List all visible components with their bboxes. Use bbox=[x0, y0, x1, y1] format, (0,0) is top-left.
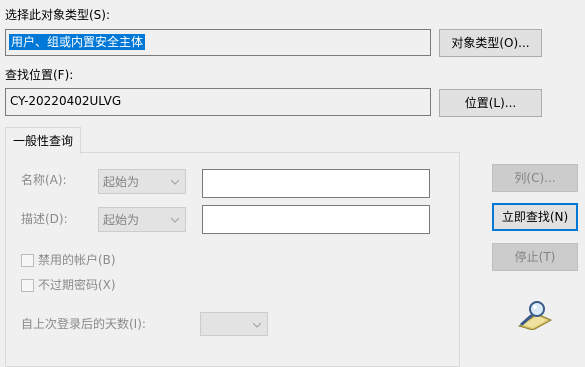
location-field: CY-20220402ULVG bbox=[5, 88, 431, 116]
find-now-button[interactable]: 立即查找(N) bbox=[492, 203, 578, 231]
object-type-value: 用户、组或内置安全主体 bbox=[9, 34, 146, 50]
chevron-down-icon bbox=[171, 179, 179, 185]
name-mode-select[interactable]: 起始为 bbox=[98, 169, 186, 194]
non-expiring-password-checkbox[interactable] bbox=[21, 279, 34, 292]
magnifier-search-icon bbox=[517, 301, 553, 330]
days-since-logon-select[interactable] bbox=[200, 312, 268, 336]
description-mode-value: 起始为 bbox=[103, 213, 140, 227]
object-type-field: 用户、组或内置安全主体 bbox=[5, 29, 431, 56]
location-label: 查找位置(F): bbox=[5, 68, 74, 82]
name-label: 名称(A): bbox=[21, 173, 67, 187]
non-expiring-password-label: 不过期密码(X) bbox=[38, 278, 116, 292]
disabled-accounts-checkbox[interactable] bbox=[21, 254, 34, 267]
description-label: 描述(D): bbox=[21, 212, 68, 226]
chevron-down-icon bbox=[171, 217, 179, 223]
columns-button[interactable]: 列(C)... bbox=[492, 164, 578, 192]
name-input[interactable] bbox=[202, 169, 430, 198]
chevron-down-icon bbox=[253, 322, 261, 328]
object-types-button[interactable]: 对象类型(O)... bbox=[439, 29, 542, 57]
description-input[interactable] bbox=[202, 205, 430, 234]
disabled-accounts-label: 禁用的帐户(B) bbox=[38, 253, 116, 267]
description-mode-select[interactable]: 起始为 bbox=[98, 207, 186, 232]
tab-general-queries[interactable]: 一般性查询 bbox=[5, 127, 81, 154]
stop-button[interactable]: 停止(T) bbox=[492, 243, 578, 271]
locations-button[interactable]: 位置(L)... bbox=[439, 89, 542, 117]
days-since-logon-label: 自上次登录后的天数(I): bbox=[21, 317, 146, 331]
name-mode-value: 起始为 bbox=[103, 175, 140, 189]
object-type-label: 选择此对象类型(S): bbox=[5, 8, 111, 22]
